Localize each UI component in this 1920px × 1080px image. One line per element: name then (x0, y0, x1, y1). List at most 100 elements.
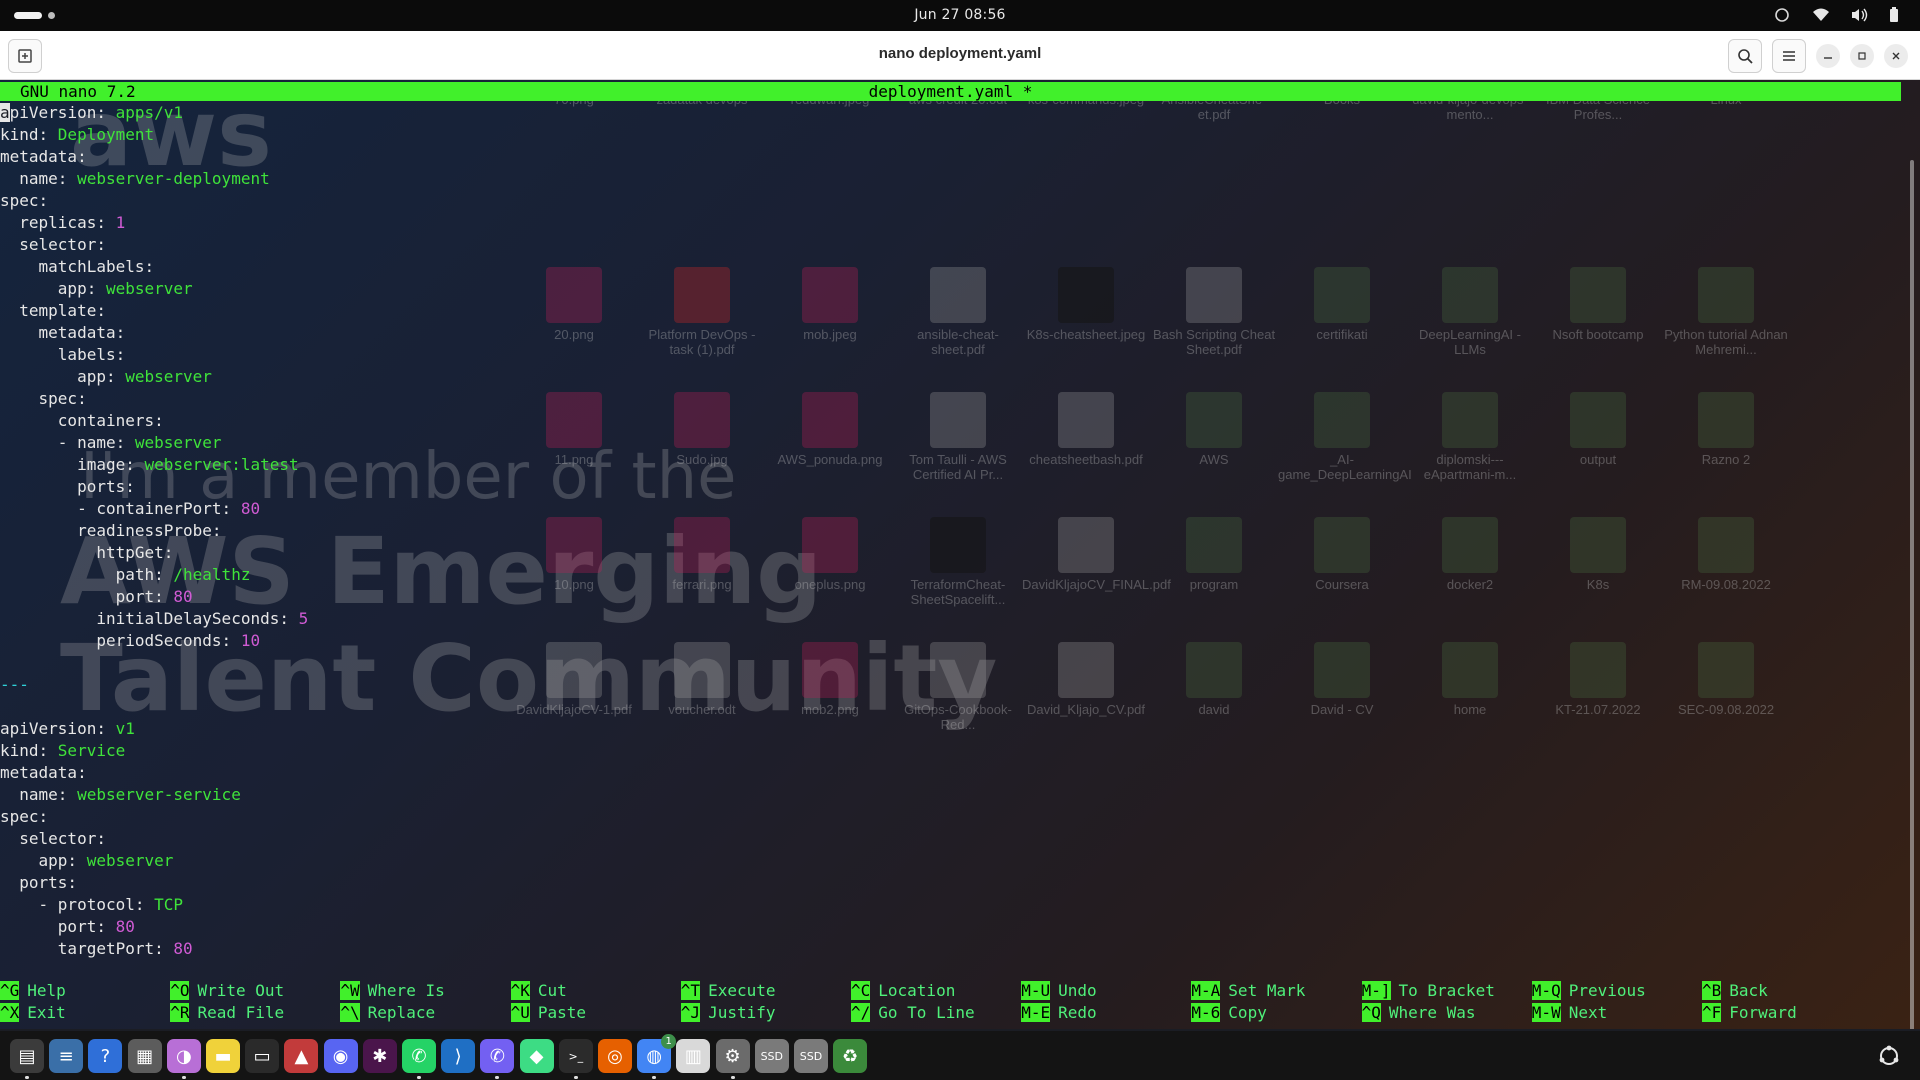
code-line[interactable]: --- (0, 674, 308, 696)
terminal-launcher[interactable]: >_ (558, 1039, 593, 1073)
code-line[interactable]: app: webserver (0, 850, 308, 872)
disk-2-launcher[interactable]: SSD (794, 1039, 828, 1073)
screenshot-launcher[interactable]: ▭ (245, 1039, 280, 1073)
code-line[interactable]: name: webserver-deployment (0, 168, 308, 190)
volume-icon[interactable] (1850, 7, 1868, 23)
code-line[interactable]: app: webserver (0, 366, 308, 388)
code-line[interactable]: replicas: 1 (0, 212, 308, 234)
close-button[interactable] (1884, 44, 1908, 68)
shortcut-help[interactable]: ^G Help (0, 980, 170, 1002)
android-studio-launcher[interactable]: ◆ (519, 1039, 554, 1073)
terminal-scrollbar[interactable] (1910, 160, 1914, 1029)
code-line[interactable]: - containerPort: 80 (0, 498, 308, 520)
viber-launcher[interactable]: ✆ (480, 1039, 515, 1073)
code-line[interactable]: labels: (0, 344, 308, 366)
files-launcher[interactable]: ▤ (10, 1039, 44, 1073)
shortcut-write-out[interactable]: ^O Write Out (170, 980, 340, 1002)
maximize-button[interactable] (1850, 44, 1874, 68)
code-line[interactable]: ports: (0, 476, 308, 498)
code-line[interactable]: metadata: (0, 322, 308, 344)
code-line[interactable]: matchLabels: (0, 256, 308, 278)
whatsapp-tray-icon[interactable] (1774, 7, 1790, 23)
code-line[interactable]: app: webserver (0, 278, 308, 300)
shortcut-paste[interactable]: ^U Paste (510, 1002, 681, 1024)
code-line[interactable]: kind: Deployment (0, 124, 308, 146)
vscode-launcher[interactable]: ⟩ (441, 1039, 476, 1073)
code-line[interactable]: spec: (0, 388, 308, 410)
code-line[interactable]: apiVersion: apps/v1 (0, 102, 308, 124)
battery-icon[interactable] (1888, 7, 1904, 23)
shortcut-to-bracket[interactable]: M-] To Bracket (1361, 980, 1532, 1002)
system-tray[interactable] (1774, 7, 1904, 23)
code-line[interactable]: apiVersion: v1 (0, 718, 308, 740)
chrome-launcher[interactable]: ◍ 1 (637, 1034, 677, 1073)
shortcut-go-to-line[interactable]: ^/ Go To Line (851, 1002, 1021, 1024)
terminal-body[interactable]: aws I'm a member of the AWS Emerging Tal… (0, 80, 1920, 1029)
shortcut-back[interactable]: ^B Back (1702, 980, 1872, 1002)
code-line[interactable]: - protocol: TCP (0, 894, 308, 916)
show-apps-button[interactable] (1872, 1039, 1906, 1073)
code-token: /healthz (173, 565, 251, 584)
shortcut-read-file[interactable]: ^R Read File (170, 1002, 340, 1024)
text-editor-launcher[interactable]: ≡ (49, 1039, 84, 1073)
code-line[interactable]: image: webserver:latest (0, 454, 308, 476)
shortcut-copy[interactable]: M-6 Copy (1191, 1002, 1361, 1024)
shortcut-location[interactable]: ^C Location (851, 980, 1021, 1002)
color-picker-launcher[interactable]: ◑ (166, 1039, 201, 1073)
game-launcher[interactable]: ▲ (284, 1039, 319, 1073)
wifi-icon[interactable] (1812, 7, 1829, 23)
code-line[interactable]: readinessProbe: (0, 520, 308, 542)
system-monitor-launcher[interactable]: ▥ (676, 1039, 711, 1073)
settings-launcher[interactable]: ⚙ (715, 1039, 750, 1073)
help-launcher[interactable]: ? (88, 1039, 123, 1073)
documents-launcher[interactable]: ▦ (127, 1039, 162, 1073)
shortcut-replace[interactable]: ^\ Replace (340, 1002, 510, 1024)
code-line[interactable]: name: webserver-service (0, 784, 308, 806)
code-line[interactable]: spec: (0, 806, 308, 828)
menu-button[interactable] (1772, 39, 1806, 73)
shortcut-next[interactable]: M-W Next (1531, 1002, 1702, 1024)
notes-launcher[interactable]: ▬ (206, 1039, 240, 1073)
shortcut-justify[interactable]: ^J Justify (680, 1002, 851, 1024)
nano-editor[interactable]: apiVersion: apps/v1 kind: Deployment metad… (0, 102, 308, 960)
clock[interactable]: Jun 27 08:56 (0, 7, 1920, 23)
code-line[interactable]: kind: Service (0, 740, 308, 762)
code-line[interactable]: port: 80 (0, 916, 308, 938)
shortcut-execute[interactable]: ^T Execute (680, 980, 851, 1002)
shortcut-undo[interactable]: M-U Undo (1021, 980, 1191, 1002)
code-line[interactable]: path: /healthz (0, 564, 308, 586)
slack-launcher[interactable]: ✱ (362, 1039, 397, 1073)
shortcut-set-mark[interactable]: M-A Set Mark (1191, 980, 1361, 1002)
code-line[interactable] (0, 652, 308, 674)
notification-badge: 1 (661, 1034, 677, 1049)
trash-launcher[interactable]: ♻ (833, 1039, 868, 1073)
code-line[interactable]: port: 80 (0, 586, 308, 608)
shortcut-exit[interactable]: ^X Exit (0, 1002, 170, 1024)
whatsapp-launcher[interactable]: ✆ (402, 1039, 436, 1073)
code-line[interactable]: initialDelaySeconds: 5 (0, 608, 308, 630)
code-line[interactable]: targetPort: 80 (0, 938, 308, 960)
code-line[interactable]: selector: (0, 828, 308, 850)
discord-launcher[interactable]: ◉ (323, 1039, 358, 1073)
shortcut-redo[interactable]: M-E Redo (1021, 1002, 1191, 1024)
code-line[interactable]: selector: (0, 234, 308, 256)
firefox-launcher[interactable]: ◎ (598, 1039, 632, 1073)
code-line[interactable]: - name: webserver (0, 432, 308, 454)
code-line[interactable]: periodSeconds: 10 (0, 630, 308, 652)
code-line[interactable]: httpGet: (0, 542, 308, 564)
search-button[interactable] (1728, 39, 1762, 73)
code-line[interactable]: metadata: (0, 146, 308, 168)
code-line[interactable]: metadata: (0, 762, 308, 784)
code-line[interactable]: spec: (0, 190, 308, 212)
code-line[interactable]: template: (0, 300, 308, 322)
shortcut-where-was[interactable]: ^Q Where Was (1361, 1002, 1532, 1024)
shortcut-forward[interactable]: ^F Forward (1702, 1002, 1872, 1024)
disk-1-launcher[interactable]: SSD (754, 1039, 789, 1073)
shortcut-cut[interactable]: ^K Cut (510, 980, 681, 1002)
minimize-button[interactable] (1816, 44, 1840, 68)
shortcut-previous[interactable]: M-Q Previous (1531, 980, 1702, 1002)
shortcut-where-is[interactable]: ^W Where Is (340, 980, 510, 1002)
code-line[interactable]: containers: (0, 410, 308, 432)
code-line[interactable]: ports: (0, 872, 308, 894)
code-line[interactable] (0, 696, 308, 718)
